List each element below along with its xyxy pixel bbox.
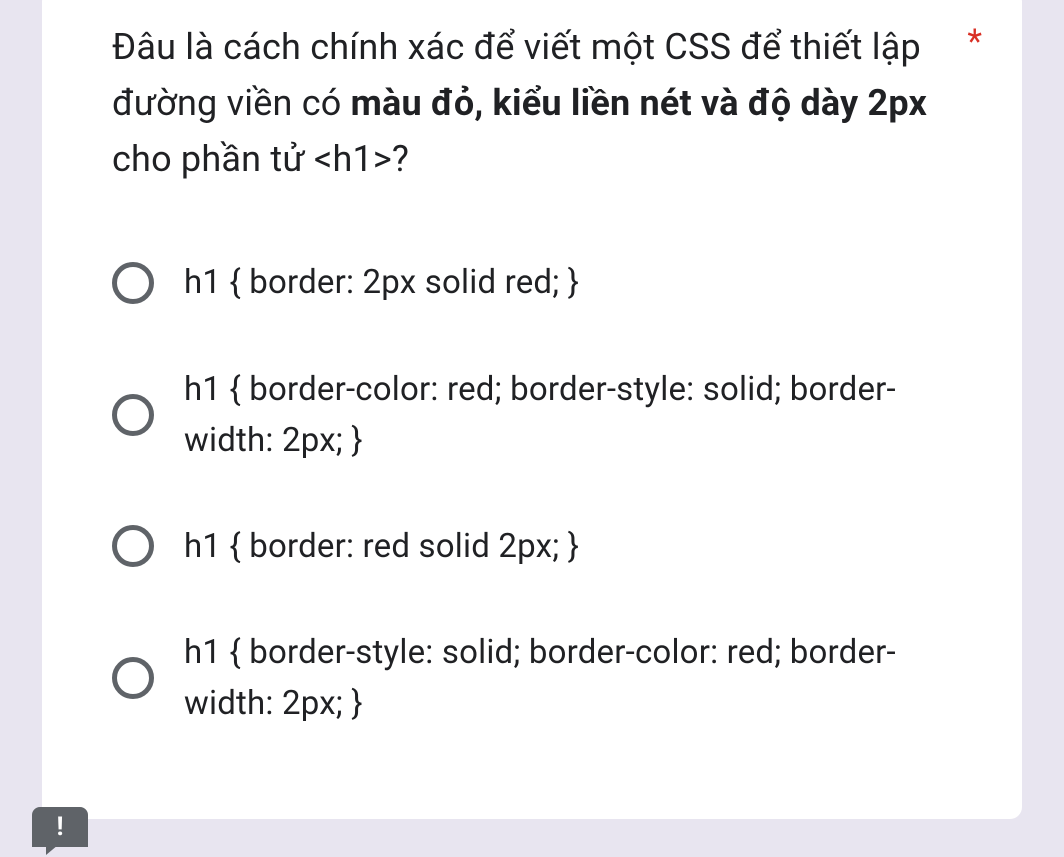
option-1[interactable]: h1 { border: 2px solid red; } [112, 257, 982, 308]
option-3[interactable]: h1 { border: red solid 2px; } [112, 521, 982, 572]
radio-icon[interactable] [112, 525, 154, 567]
radio-icon[interactable] [112, 394, 154, 436]
option-label: h1 { border: red solid 2px; } [184, 521, 579, 572]
radio-icon[interactable] [112, 262, 154, 304]
question-text: Đâu là cách chính xác để viết một CSS để… [112, 20, 947, 187]
option-label: h1 { border-style: solid; border-color: … [184, 627, 982, 729]
question-part2: cho phần tử <h1>? [112, 138, 409, 180]
radio-icon[interactable] [112, 657, 154, 699]
option-label: h1 { border-color: red; border-style: so… [184, 364, 982, 466]
question-card: Đâu là cách chính xác để viết một CSS để… [42, 0, 1022, 819]
option-label: h1 { border: 2px solid red; } [184, 257, 579, 308]
option-2[interactable]: h1 { border-color: red; border-style: so… [112, 364, 982, 466]
option-4[interactable]: h1 { border-style: solid; border-color: … [112, 627, 982, 729]
question-bold: màu đỏ, kiểu liền nét và độ dày 2px [351, 82, 927, 124]
report-problem-button[interactable]: ! [32, 807, 88, 847]
exclamation-icon: ! [56, 814, 63, 840]
options-group: h1 { border: 2px solid red; } h1 { borde… [112, 257, 982, 729]
question-row: Đâu là cách chính xác để viết một CSS để… [112, 20, 982, 187]
required-asterisk: * [967, 20, 982, 64]
